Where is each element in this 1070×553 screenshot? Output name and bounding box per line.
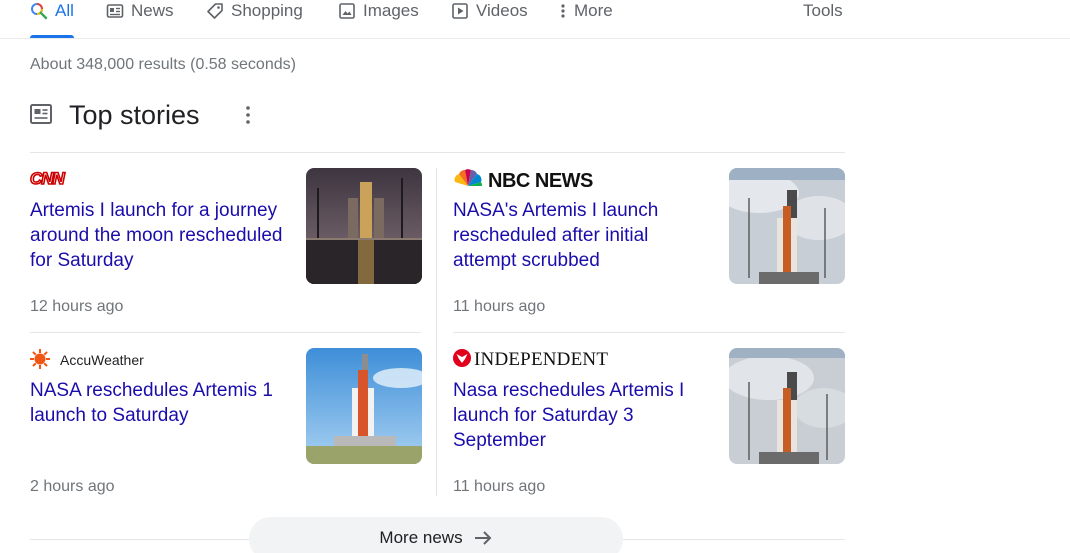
svg-text:NBC NEWS: NBC NEWS <box>488 170 593 192</box>
arrow-right-icon <box>474 531 491 545</box>
top-stories-divider <box>30 152 845 153</box>
row-divider-right <box>453 332 845 333</box>
story-thumbnail[interactable] <box>306 348 422 464</box>
story-headline[interactable]: NASA reschedules Artemis 1 launch to Sat… <box>30 378 290 428</box>
story-card-accuweather[interactable]: AccuWeather NASA reschedules Artemis 1 l… <box>30 348 422 508</box>
tab-label: Videos <box>476 1 528 20</box>
story-card-cnn[interactable]: CNN Artemis I launch for a journey aroun… <box>29 168 422 328</box>
svg-text:CNN: CNN <box>30 169 66 188</box>
story-time: 2 hours ago <box>30 478 115 495</box>
story-card-nbc[interactable]: NBC NEWS NASA's Artemis I launch resched… <box>453 168 845 328</box>
story-time: 11 hours ago <box>453 478 546 495</box>
tab-news[interactable]: News <box>106 0 174 38</box>
story-time: 11 hours ago <box>453 298 546 315</box>
tab-label: More <box>574 1 613 20</box>
tab-label: News <box>131 1 174 20</box>
cnn-logo: CNN <box>29 168 70 192</box>
story-thumbnail[interactable] <box>306 168 422 284</box>
story-headline[interactable]: Nasa reschedules Artemis I launch for Sa… <box>453 378 713 453</box>
story-headline[interactable]: Artemis I launch for a journey around th… <box>30 198 290 273</box>
top-stories-menu-icon[interactable] <box>242 104 254 126</box>
row-divider-left <box>30 332 421 333</box>
top-stories-header: Top stories <box>30 98 845 134</box>
tools-button[interactable]: Tools <box>803 0 843 22</box>
image-icon <box>338 2 356 20</box>
nbc-news-logo: NBC NEWS <box>453 168 603 192</box>
top-stories-title: Top stories <box>69 100 200 130</box>
story-card-independent[interactable]: INDEPENDENT Nasa reschedules Artemis I l… <box>453 348 845 508</box>
story-headline[interactable]: NASA's Artemis I launch rescheduled afte… <box>453 198 713 273</box>
tag-icon <box>206 2 224 20</box>
column-divider <box>436 168 437 496</box>
tab-videos[interactable]: Videos <box>451 0 528 38</box>
source-name: AccuWeather <box>60 352 144 368</box>
newspaper-icon <box>30 104 52 124</box>
tab-label: Shopping <box>231 1 303 20</box>
tab-more[interactable]: More <box>558 0 613 38</box>
vertical-dots-icon <box>558 2 568 20</box>
story-time: 12 hours ago <box>30 298 124 315</box>
tab-shopping[interactable]: Shopping <box>206 0 303 38</box>
tab-label: Images <box>363 1 419 20</box>
tab-images[interactable]: Images <box>338 0 419 38</box>
play-icon <box>451 2 469 20</box>
tab-all[interactable]: All <box>30 0 74 38</box>
story-thumbnail[interactable] <box>729 348 845 464</box>
news-icon <box>106 2 124 20</box>
search-tab-bar: All News Shopping Images Videos More Too… <box>0 0 1070 39</box>
result-stats: About 348,000 results (0.58 seconds) <box>30 56 296 73</box>
search-icon <box>30 2 48 20</box>
tab-label: All <box>55 1 74 20</box>
more-news-label: More news <box>379 528 463 547</box>
more-news-button[interactable]: More news <box>249 517 623 553</box>
search-results-page: All News Shopping Images Videos More Too… <box>0 0 1070 553</box>
independent-logo: INDEPENDENT <box>453 348 633 372</box>
svg-text:INDEPENDENT: INDEPENDENT <box>474 349 608 370</box>
story-thumbnail[interactable] <box>729 168 845 284</box>
